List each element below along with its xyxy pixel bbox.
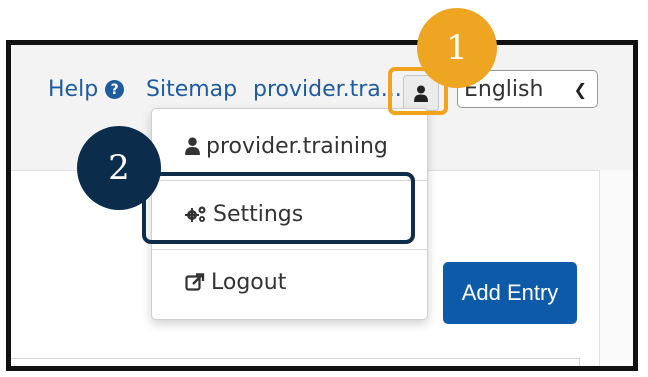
help-label: Help <box>48 77 99 102</box>
menu-item-user[interactable]: provider.training <box>152 119 427 173</box>
chevron-down-icon: ❮ <box>573 79 587 99</box>
question-circle-icon: ? <box>105 80 125 99</box>
content-table-edge <box>11 358 580 366</box>
user-icon <box>185 137 200 155</box>
sitemap-link[interactable]: Sitemap <box>146 77 237 102</box>
menu-divider <box>152 249 427 250</box>
add-entry-button[interactable]: Add Entry <box>443 262 577 324</box>
help-link[interactable]: Help ? <box>48 77 125 102</box>
username-link[interactable]: provider.tra... <box>253 77 402 102</box>
callout-badge-1: 1 <box>417 8 497 88</box>
external-link-square-icon <box>185 273 205 291</box>
callout-badge-2: 2 <box>77 126 161 210</box>
menu-item-logout-label: Logout <box>211 269 287 295</box>
menu-item-user-label: provider.training <box>206 133 388 159</box>
settings-highlight <box>142 172 415 244</box>
menu-item-logout[interactable]: Logout <box>152 255 427 309</box>
